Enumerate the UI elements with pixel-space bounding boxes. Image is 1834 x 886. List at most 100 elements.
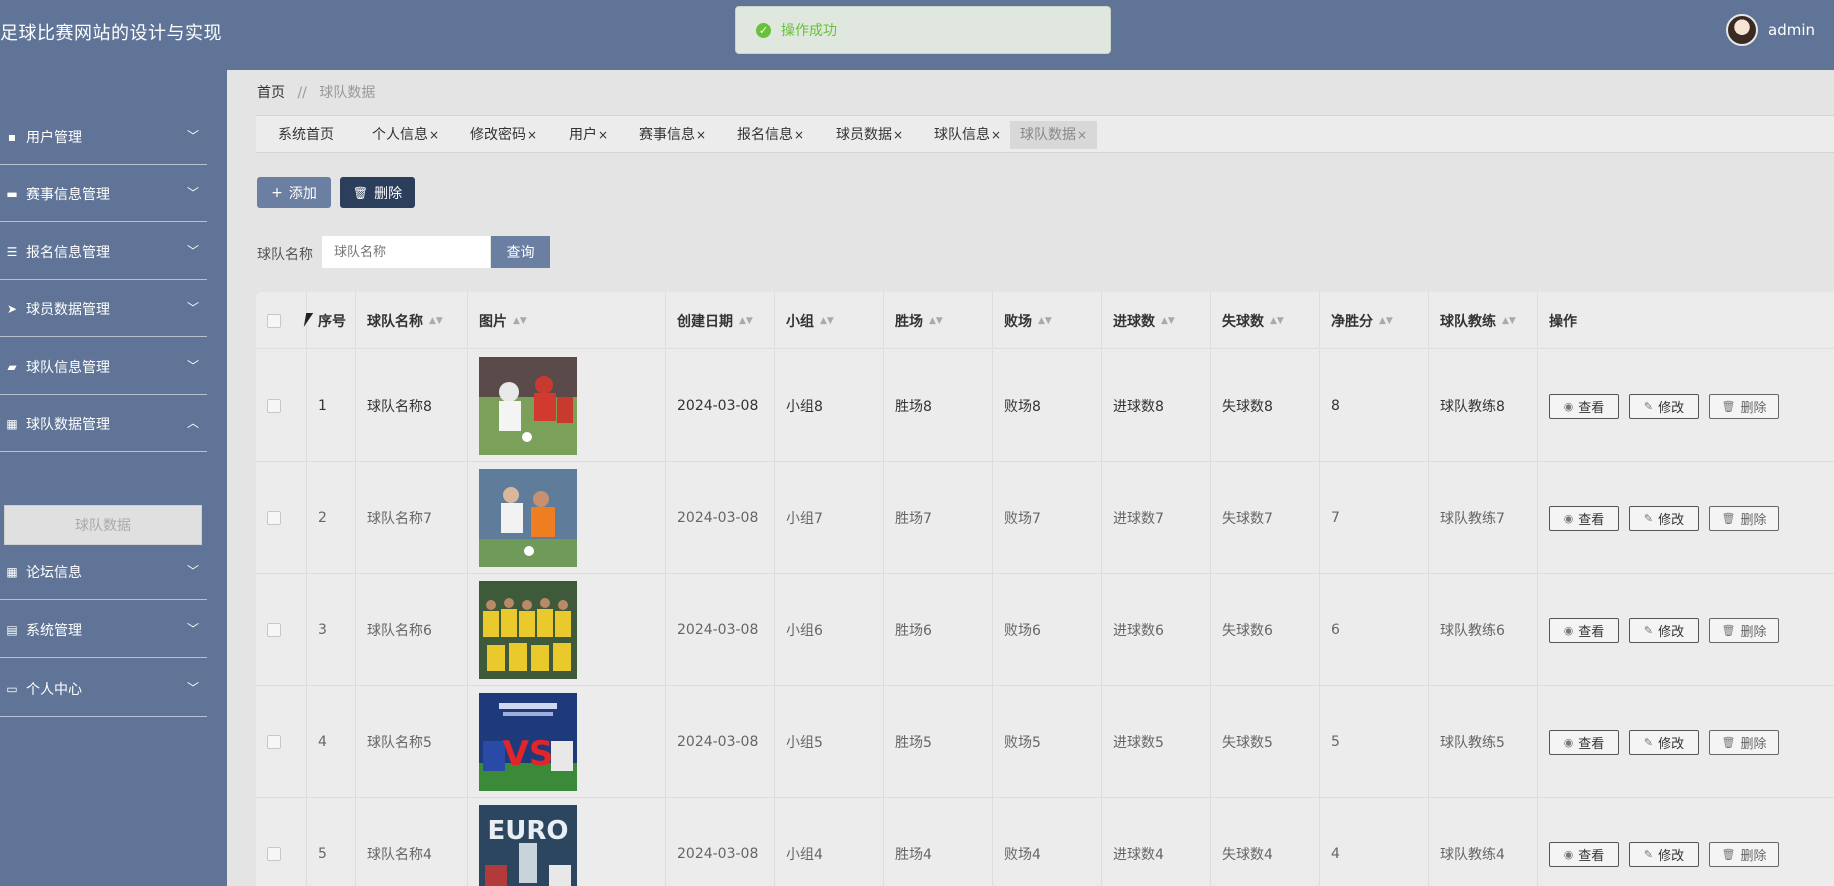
username[interactable]: admin	[1768, 21, 1815, 39]
sidebar-item-personal-center[interactable]: ▭ 个人中心 ﹀	[0, 661, 207, 717]
delete-button[interactable]: 🗑 删除	[1709, 729, 1779, 755]
sidebar-item-forum[interactable]: ▦ 论坛信息 ﹀	[0, 544, 207, 600]
delete-button[interactable]: 🗑 删除	[1709, 841, 1779, 867]
close-icon[interactable]: ×	[893, 128, 903, 142]
tab-personal-info[interactable]: 个人信息×	[362, 121, 449, 149]
delete-button[interactable]: 🗑 删除	[1709, 393, 1779, 419]
breadcrumb: 首页 // 球队数据	[257, 82, 375, 102]
close-icon[interactable]: ×	[696, 128, 706, 142]
edit-button[interactable]: ✎ 修改	[1629, 841, 1699, 867]
team-image[interactable]: VS	[479, 693, 577, 791]
col-coach[interactable]: 球队教练 ▲▼	[1428, 292, 1537, 349]
edit-icon: ✎	[1643, 735, 1654, 749]
tab-change-password[interactable]: 修改密码×	[460, 121, 547, 149]
avatar[interactable]	[1726, 14, 1758, 46]
col-conceded[interactable]: 失球数 ▲▼	[1210, 292, 1319, 349]
team-image[interactable]: EURO	[479, 805, 577, 886]
breadcrumb-home[interactable]: 首页	[257, 85, 285, 101]
trash-icon: 🗑	[1721, 511, 1736, 525]
view-button[interactable]: ◉ 查看	[1549, 505, 1619, 531]
tab-team-data[interactable]: 球队数据×	[1010, 121, 1098, 149]
search-label: 球队名称	[257, 247, 313, 263]
close-icon[interactable]: ×	[598, 128, 608, 142]
row-actions: ◉ 查看 ✎ 修改 🗑 删除	[1537, 462, 1834, 574]
chevron-down-icon: ﹀	[186, 359, 199, 373]
col-net-score[interactable]: 净胜分 ▲▼	[1319, 292, 1428, 349]
row-actions: ◉ 查看 ✎ 修改 🗑 删除	[1537, 798, 1834, 886]
cell-coach: 球队教练5	[1428, 686, 1537, 798]
tab-bar: 系统首页 个人信息× 修改密码× 用户× 赛事信息× 报名信息× 球员数据× 球…	[256, 115, 1834, 153]
cell-wins: 胜场7	[883, 462, 992, 574]
row-select-cell	[256, 462, 306, 574]
col-image[interactable]: 图片 ▲▼	[467, 292, 665, 349]
tab-player-data[interactable]: 球员数据×	[826, 121, 913, 149]
row-checkbox[interactable]	[267, 511, 281, 525]
cell-conceded: 失球数6	[1210, 574, 1319, 686]
window-icon: ▭	[6, 681, 18, 696]
add-button[interactable]: + 添加	[257, 177, 331, 208]
view-button[interactable]: ◉ 查看	[1549, 729, 1619, 755]
plus-icon: +	[271, 184, 283, 201]
sidebar-item-label: 论坛信息	[26, 564, 82, 581]
sidebar-item-team-data[interactable]: ▦ 球队数据管理 ︿	[0, 396, 207, 452]
sidebar-item-player-data[interactable]: ➤ 球员数据管理 ﹀	[0, 281, 207, 337]
row-checkbox[interactable]	[267, 623, 281, 637]
tab-registration-info[interactable]: 报名信息×	[727, 121, 814, 149]
team-name-search-input[interactable]	[322, 236, 490, 268]
tab-users[interactable]: 用户×	[559, 121, 618, 149]
delete-button[interactable]: 🗑 删除	[1709, 505, 1779, 531]
team-image[interactable]	[479, 469, 577, 567]
edit-button[interactable]: ✎ 修改	[1629, 393, 1699, 419]
row-checkbox[interactable]	[267, 847, 281, 861]
sidebar-item-team-info[interactable]: ▰ 球队信息管理 ﹀	[0, 339, 207, 395]
cell-name: 球队名称8	[355, 350, 467, 462]
tab-system-home[interactable]: 系统首页	[268, 121, 344, 149]
batch-delete-button[interactable]: 🗑 删除	[340, 177, 415, 208]
cell-wins: 胜场5	[883, 686, 992, 798]
close-icon[interactable]: ×	[429, 128, 439, 142]
tab-team-info[interactable]: 球队信息×	[924, 121, 1011, 149]
view-button[interactable]: ◉ 查看	[1549, 617, 1619, 643]
col-goals[interactable]: 进球数 ▲▼	[1101, 292, 1210, 349]
sidebar-item-label: 报名信息管理	[26, 244, 110, 261]
table-row: 1 球队名称8 2024-03-08 小组8 胜场8 败场8 进球数8 失球数8 8 球队教练8 ◉…	[256, 350, 1834, 462]
sort-icon: ▲▼	[739, 315, 753, 326]
col-group[interactable]: 小组 ▲▼	[774, 292, 883, 349]
select-all-checkbox[interactable]	[267, 313, 281, 328]
view-button[interactable]: ◉ 查看	[1549, 393, 1619, 419]
sidebar-item-match-info[interactable]: ▬ 赛事信息管理 ﹀	[0, 166, 207, 222]
chevron-down-icon: ﹀	[186, 186, 199, 200]
sidebar-item-user-management[interactable]: ▪ 用户管理 ﹀	[0, 109, 207, 165]
team-image[interactable]	[479, 581, 577, 679]
col-team-name[interactable]: 球队名称 ▲▼	[355, 292, 467, 349]
edit-button[interactable]: ✎ 修改	[1629, 617, 1699, 643]
col-created-date[interactable]: 创建日期 ▲▼	[665, 292, 774, 349]
sort-icon: ▲▼	[1270, 315, 1284, 326]
user-menu[interactable]: admin	[1726, 14, 1815, 46]
poster-vs-text: VS	[503, 734, 554, 774]
edit-button[interactable]: ✎ 修改	[1629, 505, 1699, 531]
cell-losses: 败场8	[992, 350, 1101, 462]
sidebar-item-system[interactable]: ▤ 系统管理 ﹀	[0, 602, 207, 658]
submenu-item-team-data[interactable]: 球队数据	[4, 505, 202, 545]
col-wins[interactable]: 胜场 ▲▼	[883, 292, 992, 349]
view-button[interactable]: ◉ 查看	[1549, 841, 1619, 867]
sidebar-item-registration[interactable]: ☰ 报名信息管理 ﹀	[0, 224, 207, 280]
close-icon[interactable]: ×	[794, 128, 804, 142]
cell-conceded: 失球数8	[1210, 350, 1319, 462]
team-image[interactable]	[479, 357, 577, 455]
tab-match-info[interactable]: 赛事信息×	[629, 121, 716, 149]
row-checkbox[interactable]	[267, 735, 281, 749]
search-button[interactable]: 查询	[491, 236, 550, 268]
breadcrumb-separator: //	[297, 85, 307, 101]
eye-icon: ◉	[1563, 399, 1574, 413]
edit-button[interactable]: ✎ 修改	[1629, 729, 1699, 755]
close-icon[interactable]: ×	[1077, 128, 1087, 142]
trash-icon: 🗑	[352, 185, 369, 200]
close-icon[interactable]: ×	[991, 128, 1001, 142]
col-losses[interactable]: 败场 ▲▼	[992, 292, 1101, 349]
team-image-cell: VS	[467, 686, 665, 798]
delete-button[interactable]: 🗑 删除	[1709, 617, 1779, 643]
close-icon[interactable]: ×	[527, 128, 537, 142]
row-checkbox[interactable]	[267, 399, 281, 413]
